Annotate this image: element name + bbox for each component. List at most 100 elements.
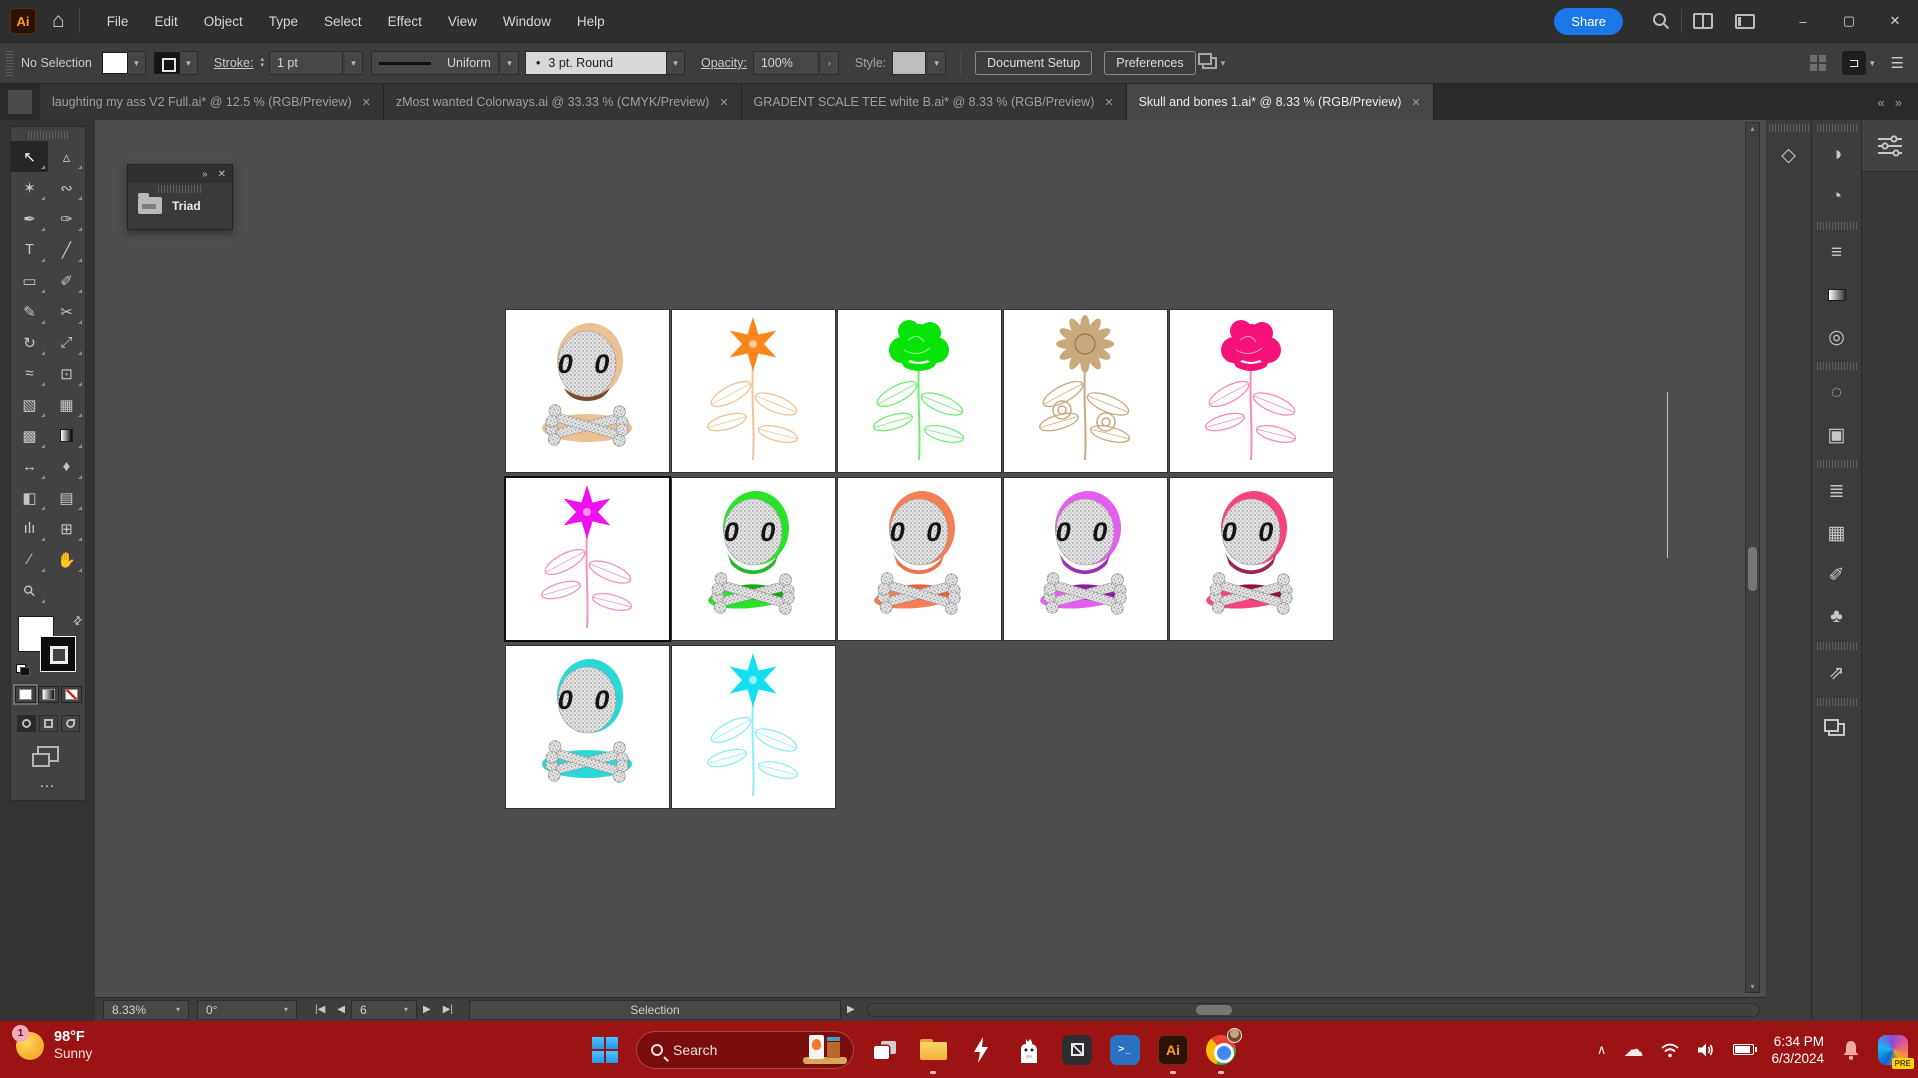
llama-app-button[interactable] [1012,1033,1046,1067]
last-artboard-button[interactable]: ▶| [437,1004,459,1015]
maximize-button[interactable]: ▢ [1826,0,1872,42]
draw-inside-button[interactable] [61,715,80,732]
powershell-button[interactable]: >_ [1108,1033,1142,1067]
opacity-more-icon[interactable]: › [821,51,839,75]
line-segment-tool[interactable]: ╱ [48,234,85,265]
minimize-button[interactable]: – [1780,0,1826,42]
gradient-button[interactable] [38,686,59,703]
measure-tool[interactable]: ↔ [11,451,48,482]
brushes-panel-icon[interactable]: ✐ [1812,554,1861,596]
direct-selection-tool[interactable]: ▵ [48,141,85,172]
onedrive-icon[interactable]: ☁ [1623,1037,1643,1062]
zoom-tool[interactable]: ⚲ [11,575,48,606]
notification-bell-icon[interactable] [1841,1039,1861,1061]
menu-file[interactable]: File [94,6,142,37]
stroke-label[interactable]: Stroke: [214,56,254,70]
start-button[interactable] [588,1033,622,1067]
artboard-options[interactable]: ▾ [1202,57,1226,69]
search-highlight-image[interactable] [803,1034,847,1066]
home-icon[interactable]: ⌂ [52,9,65,33]
vertical-scrollbar-thumb[interactable] [1748,547,1757,591]
slice-tool[interactable]: ∕ [11,544,48,575]
properties-panel-icon[interactable] [1862,120,1918,172]
menu-edit[interactable]: Edit [141,6,190,37]
free-transform-tool[interactable]: ⊡ [48,358,85,389]
triad-panel[interactable]: » ✕ Triad [127,164,233,230]
menu-object[interactable]: Object [191,6,256,37]
draw-behind-button[interactable] [39,715,58,732]
rectangle-tool[interactable]: ▭ [11,265,48,296]
artboard-flower-cyan[interactable] [672,646,835,808]
color-panel-icon[interactable]: ◑ [1812,134,1861,176]
menu-type[interactable]: Type [256,6,311,37]
lightning-app-button[interactable] [964,1033,998,1067]
tab-close-icon[interactable]: ✕ [1411,96,1420,109]
prev-artboard-button[interactable]: ◀ [331,1004,351,1015]
next-artboard-button[interactable]: ▶ [417,1004,437,1015]
color-guide-panel-icon[interactable]: ◔ [1812,176,1861,218]
style-label[interactable]: Style: [855,56,886,70]
menu-select[interactable]: Select [311,6,375,37]
toolbar-grip[interactable] [28,131,68,139]
hand-tool[interactable]: ✋ [48,544,85,575]
stroke-weight-stepper[interactable]: ▴▾ [260,57,264,69]
tab-close-icon[interactable]: ✕ [362,96,371,109]
status-flyout-icon[interactable]: ▶ [841,1004,861,1015]
preferences-button[interactable]: Preferences [1104,51,1195,75]
menu-effect[interactable]: Effect [375,6,435,37]
tray-overflow-icon[interactable]: ∧ [1597,1042,1607,1058]
width-profile-dropdown-icon[interactable]: ▾ [501,51,519,75]
selection-tool[interactable]: ↖ [11,141,48,172]
artboard-tool-tool[interactable]: ⊞ [48,513,85,544]
opacity-label[interactable]: Opacity: [701,56,747,70]
artboard-flower-magenta[interactable] [506,478,669,640]
copilot-icon[interactable]: PRE [1878,1035,1908,1065]
gradient-panel-icon[interactable] [1812,274,1861,316]
close-button[interactable]: ✕ [1872,0,1918,42]
collapse-tabs-right-icon[interactable]: » [1895,95,1902,110]
tab-close-icon[interactable]: ✕ [1104,96,1113,109]
horizontal-scrollbar-thumb[interactable] [1196,1005,1232,1015]
battery-icon[interactable] [1733,1044,1754,1055]
weather-widget[interactable]: 1 98°F Sunny [16,1029,92,1062]
scroll-down-icon[interactable]: ▾ [1746,982,1759,991]
color-button[interactable] [15,686,36,703]
document-tab-2[interactable]: zMost wanted Colorways.ai @ 33.33 % (CMY… [384,84,742,120]
dock-group-grip[interactable] [1817,222,1857,230]
draw-normal-button[interactable] [17,715,36,732]
dock-group-grip[interactable] [1817,124,1857,132]
search-icon[interactable] [1652,12,1670,30]
dock-group-grip[interactable] [1817,698,1857,706]
artboard-skull-cyan[interactable]: 0 0 [506,646,669,808]
clock[interactable]: 6:34 PM 6/3/2024 [1771,1033,1824,1067]
first-artboard-button[interactable]: |◀ [309,1004,331,1015]
artboard-flower-orange[interactable] [672,310,835,472]
lasso-tool[interactable]: ∾ [48,172,85,203]
style-dropdown-icon[interactable]: ▾ [928,51,946,75]
layers-panel-icon[interactable]: ≣ [1812,470,1861,512]
panel-collapse-icon[interactable]: » [202,169,208,180]
edit-toolbar-button[interactable]: … [11,774,85,792]
opacity-value[interactable]: 100% [753,51,819,75]
brush-dropdown-icon[interactable]: ▾ [667,51,685,75]
artboard-skull-tan[interactable]: 0 0 [506,310,669,472]
dock-grip[interactable] [1769,124,1809,132]
brush-definition-select[interactable]: •3 pt. Round [525,51,667,75]
dock-group-grip[interactable] [1817,642,1857,650]
stroke-dropdown-icon[interactable]: ▾ [180,51,198,75]
rotation-select[interactable]: 0°▾ [197,1000,297,1020]
appearance-panel-icon[interactable]: ◌ [1812,372,1861,414]
status-display[interactable]: Selection [469,1000,841,1020]
workspace-switcher[interactable]: ⊐▾ [1842,51,1875,75]
grid-view-icon[interactable] [1810,55,1826,71]
blend-tool[interactable]: ◧ [11,482,48,513]
menu-view[interactable]: View [435,6,490,37]
gradient-tool[interactable] [48,420,85,451]
share-button[interactable]: Share [1554,8,1623,35]
swatches-panel-icon[interactable]: ▦ [1812,512,1861,554]
document-tab-4[interactable]: Skull and bones 1.ai* @ 8.33 % (RGB/Prev… [1127,84,1434,120]
menu-help[interactable]: Help [564,6,618,37]
graphic-styles-panel-icon[interactable]: ▣ [1812,414,1861,456]
stroke-proxy[interactable] [40,636,76,672]
default-fill-stroke-icon[interactable] [16,664,30,676]
